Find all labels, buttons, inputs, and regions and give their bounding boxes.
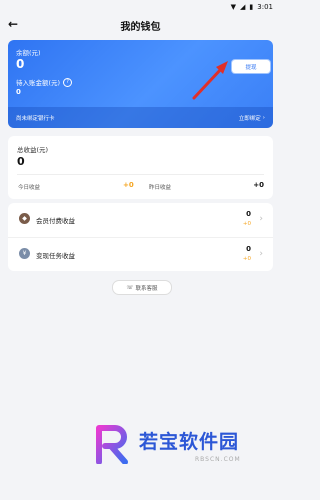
divider xyxy=(17,174,264,175)
earnings-amount: 0 xyxy=(17,155,25,168)
watermark-logo-icon xyxy=(96,425,128,464)
nav-bar: ← 我的钱包 xyxy=(0,14,281,36)
today-earnings-label: 今日收益 xyxy=(18,185,41,191)
member-icon: ◆ xyxy=(19,213,30,224)
list-item-value: 0 xyxy=(246,245,251,253)
list-item-member-income[interactable]: ◆ 会员付费收益 0 +0 › xyxy=(8,203,273,237)
help-icon[interactable]: ? xyxy=(63,77,73,87)
earnings-card: 总收益(元) 0 今日收益 +0 昨日收益 +0 xyxy=(8,136,273,199)
bind-card-link[interactable]: 立即绑定 › xyxy=(239,114,265,122)
headset-icon: ☏ xyxy=(126,284,134,291)
bind-card-label: 立即绑定 xyxy=(238,115,261,122)
list-item-name: 变现任务收益 xyxy=(36,252,75,260)
bank-card-notice: 尚未绑定银行卡 xyxy=(16,115,55,122)
task-icon: ¥ xyxy=(19,248,30,259)
yesterday-earnings-value: +0 xyxy=(253,181,264,189)
battery-icon: ▮ xyxy=(249,3,254,11)
page-title: 我的钱包 xyxy=(120,21,161,33)
balance-card: 余额(元) 0 待入账金额(元) ? 0 提现 尚未绑定银行卡 立即绑定 › xyxy=(8,40,273,128)
balance-amount: 0 xyxy=(16,57,25,71)
annotation-arrow-icon xyxy=(192,61,228,100)
contact-service-label: 联系客服 xyxy=(135,285,158,292)
list-item-value: 0 xyxy=(246,210,251,218)
pending-label: 待入账金额(元) xyxy=(16,79,61,87)
balance-label: 余额(元) xyxy=(16,49,41,57)
today-earnings-value: +0 xyxy=(123,181,134,189)
earnings-label: 总收益(元) xyxy=(17,146,49,154)
wifi-icon: ▼ xyxy=(230,3,237,11)
list-item-task-income[interactable]: ¥ 变现任务收益 0 +0 › xyxy=(8,237,273,272)
chevron-right-icon: › xyxy=(262,114,265,121)
bank-card-strip: 尚未绑定银行卡 立即绑定 › xyxy=(8,107,273,128)
chevron-right-icon: › xyxy=(259,249,263,259)
pending-label-row: 待入账金额(元) ? xyxy=(16,77,73,87)
chevron-right-icon: › xyxy=(259,214,263,224)
watermark-text: 若宝软件园 xyxy=(139,431,240,453)
income-list: ◆ 会员付费收益 0 +0 › ¥ 变现任务收益 0 +0 › xyxy=(8,203,273,271)
pending-amount: 0 xyxy=(16,88,21,96)
status-time: 3:01 xyxy=(257,3,273,11)
signal-icon: ◢ xyxy=(240,3,246,11)
watermark-url: RBSCN.COM xyxy=(195,456,241,463)
contact-service-button[interactable]: ☏ 联系客服 xyxy=(112,280,172,295)
withdraw-button[interactable]: 提现 xyxy=(232,60,270,73)
watermark: 若宝软件园 RBSCN.COM xyxy=(95,422,265,470)
yesterday-earnings-label: 昨日收益 xyxy=(149,185,172,191)
list-item-change: +0 xyxy=(242,221,251,227)
back-arrow-icon[interactable]: ← xyxy=(8,18,18,30)
status-bar: ▼ ◢ ▮ 3:01 xyxy=(0,0,281,14)
list-item-change: +0 xyxy=(242,256,251,262)
list-item-name: 会员付费收益 xyxy=(36,217,75,225)
